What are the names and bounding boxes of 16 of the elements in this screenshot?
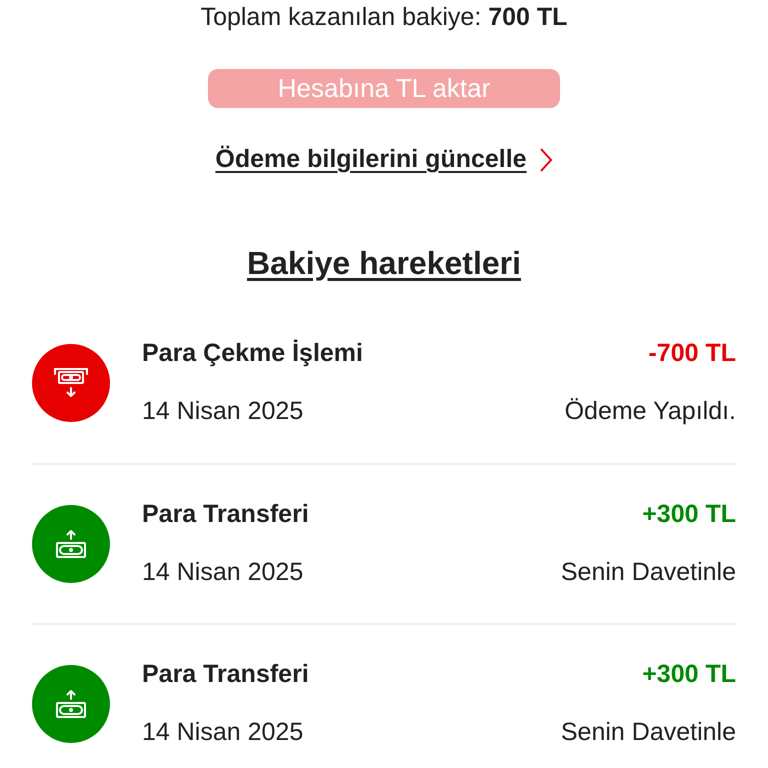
transaction-title: Para Transferi [142, 659, 309, 690]
section-heading: Bakiye hareketleri [247, 244, 521, 282]
transaction-status: Ödeme Yapıldı. [564, 396, 736, 426]
transaction-status: Senin Davetinle [560, 556, 736, 588]
transaction-date: 14 Nisan 2025 [142, 716, 304, 748]
total-balance-text: Toplam kazanılan bakiye: 700 TL [200, 2, 568, 33]
transaction-date: 14 Nisan 2025 [142, 556, 304, 588]
transaction-date: 14 Nisan 2025 [142, 396, 304, 426]
transaction-amount: -700 TL [648, 338, 736, 369]
transaction-amount: +300 TL [642, 659, 736, 690]
transaction-amount: +300 TL [642, 499, 736, 530]
payment-info-link[interactable]: Ödeme bilgilerini güncelle [215, 141, 553, 178]
transaction-title: Para Transferi [142, 499, 309, 530]
transaction-title: Para Çekme İşlemi [142, 338, 363, 369]
chevron-right-icon [538, 146, 553, 173]
transaction-status: Senin Davetinle [560, 716, 736, 748]
